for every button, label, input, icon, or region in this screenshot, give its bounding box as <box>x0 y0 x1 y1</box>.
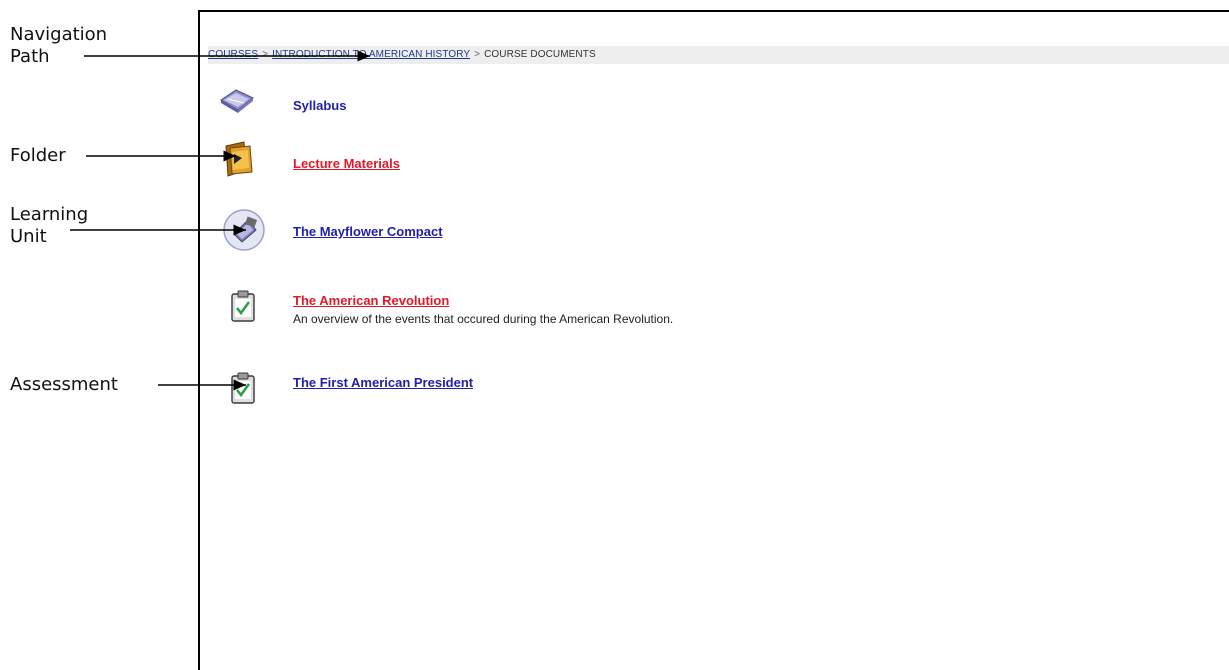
callout-arrows <box>70 50 370 391</box>
